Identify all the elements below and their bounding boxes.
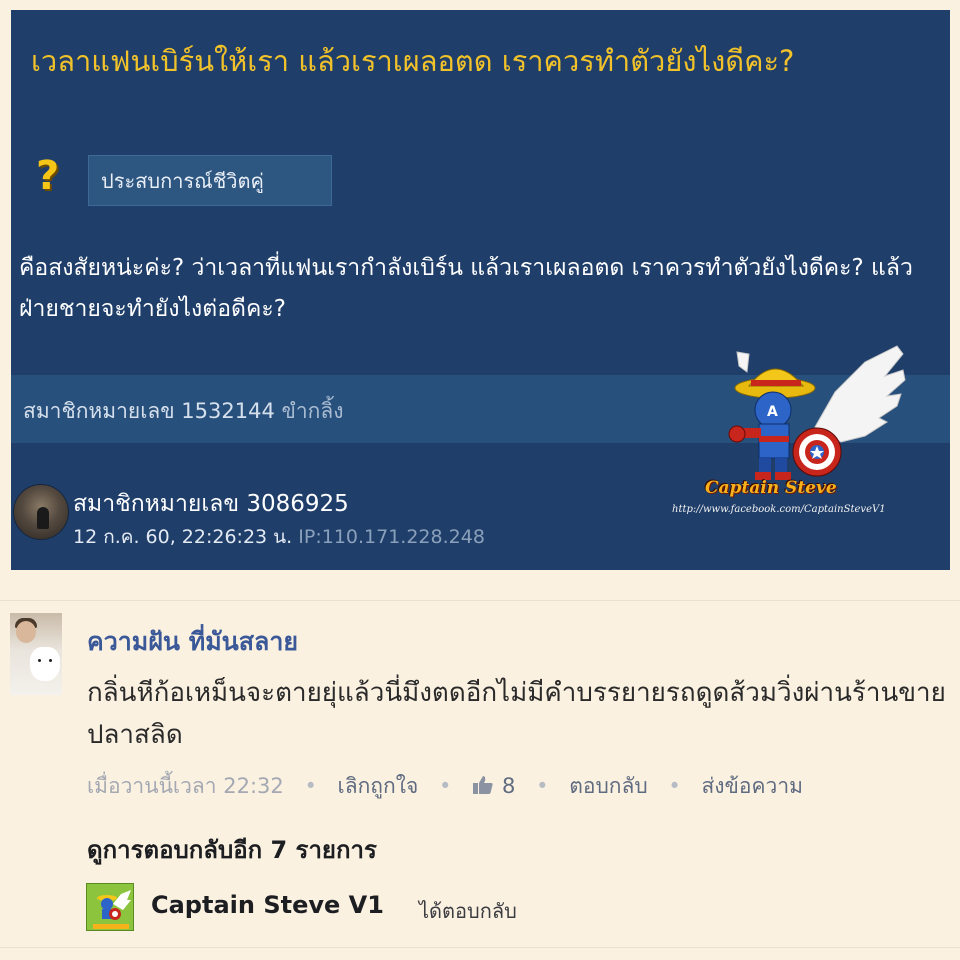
- separator: •: [536, 774, 549, 798]
- reply-author[interactable]: Captain Steve V1: [151, 891, 384, 919]
- poster-info: สมาชิกหมายเลข 3086925 12 ก.ค. 60, 22:26:…: [11, 480, 671, 560]
- member-alias: ขำกลิ้ง: [281, 399, 344, 423]
- poster-meta: 12 ก.ค. 60, 22:26:23 น. IP:110.171.228.2…: [73, 522, 485, 552]
- reply-avatar[interactable]: [86, 883, 134, 931]
- reply-preview[interactable]: Captain Steve V1 ได้ตอบกลับ: [86, 883, 686, 931]
- send-message-link[interactable]: ส่งข้อความ: [701, 774, 803, 798]
- question-icon: ?: [36, 153, 60, 199]
- comment-text: กลิ่นหีก้อเหม็นจะตายยุ่แล้วนี่มึงตดอีกไม…: [87, 678, 946, 750]
- separator: •: [668, 774, 681, 798]
- member-number[interactable]: สมาชิกหมายเลข 1532144: [23, 399, 275, 423]
- view-more-replies-link[interactable]: ดูการตอบกลับอีก 7 รายการ: [87, 830, 377, 869]
- captain-steve-logo: A: [728, 345, 906, 480]
- divider: [0, 947, 960, 948]
- post-title[interactable]: เวลาแฟนเบิร์นให้เรา แล้วเราเผลอตด เราควร…: [31, 38, 931, 85]
- comment-time[interactable]: เมื่อวานนี้เวลา 22:32: [87, 774, 284, 798]
- separator: •: [304, 774, 317, 798]
- comment-avatar[interactable]: [10, 613, 62, 695]
- poster-avatar[interactable]: [13, 484, 69, 540]
- post-ip: IP:110.171.228.248: [298, 526, 485, 548]
- reply-link[interactable]: ตอบกลับ: [569, 774, 648, 798]
- like-count: 8: [502, 774, 516, 798]
- post-datetime: 12 ก.ค. 60, 22:26:23 น.: [73, 526, 293, 548]
- unlike-link[interactable]: เลิกถูกใจ: [338, 774, 419, 798]
- thumbs-up-icon: [473, 776, 493, 794]
- watermark-title: Captain Steve: [705, 478, 837, 498]
- comment-author[interactable]: ความฝัน ที่มันสลาย: [87, 622, 298, 662]
- separator: •: [438, 774, 452, 798]
- captain-steve-avatar-icon: [87, 884, 133, 930]
- watermark-url: http://www.facebook.com/CaptainSteveV1: [672, 504, 886, 515]
- member-band-label: สมาชิกหมายเลข 1532144 ขำกลิ้ง: [23, 395, 344, 428]
- poster-name[interactable]: สมาชิกหมายเลข 3086925: [73, 486, 349, 522]
- tag-badge[interactable]: ประสบการณ์ชีวิตคู่: [88, 155, 332, 206]
- divider: [0, 600, 960, 601]
- reply-suffix: ได้ตอบกลับ: [419, 899, 517, 923]
- svg-text:A: A: [767, 404, 778, 420]
- comment-actions: เมื่อวานนี้เวลา 22:32 • เลิกถูกใจ • 8 • …: [87, 770, 803, 803]
- like-count-link[interactable]: 8: [472, 774, 522, 798]
- post-body: คือสงสัยหน่ะค่ะ? ว่าเวลาที่แฟนเรากำลังเบ…: [19, 255, 913, 322]
